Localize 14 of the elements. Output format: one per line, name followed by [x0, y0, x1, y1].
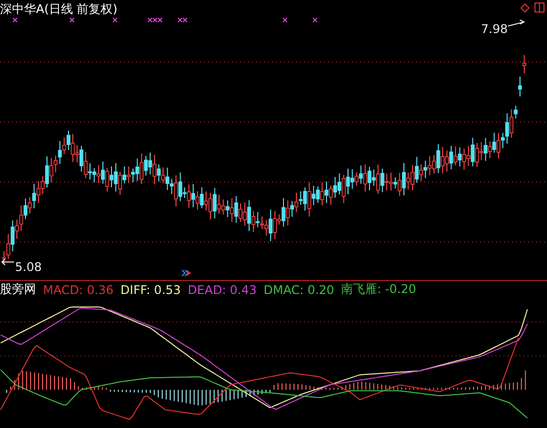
square-icon[interactable] [534, 2, 544, 12]
indicator-value: DEAD: 0.43 [188, 282, 257, 297]
indicator-value: DIFF: 0.53 [120, 282, 181, 297]
leader-line [1, 258, 14, 266]
diamond-icon[interactable] [520, 3, 530, 13]
scroll-arrows-icon[interactable] [182, 270, 191, 276]
indicator-value: DMAC: 0.20 [264, 282, 334, 297]
low-price-label: 5.08 [15, 260, 42, 274]
high-price-label: 7.98 [481, 22, 508, 36]
indicator-name: 股旁网 [0, 281, 36, 298]
leader-line [508, 20, 526, 26]
indicator-value: MACD: 0.36 [43, 282, 114, 297]
chart-title: 深中华A(日线 前复权) [0, 1, 118, 18]
indicator-value: 南飞雁: -0.20 [341, 281, 416, 298]
